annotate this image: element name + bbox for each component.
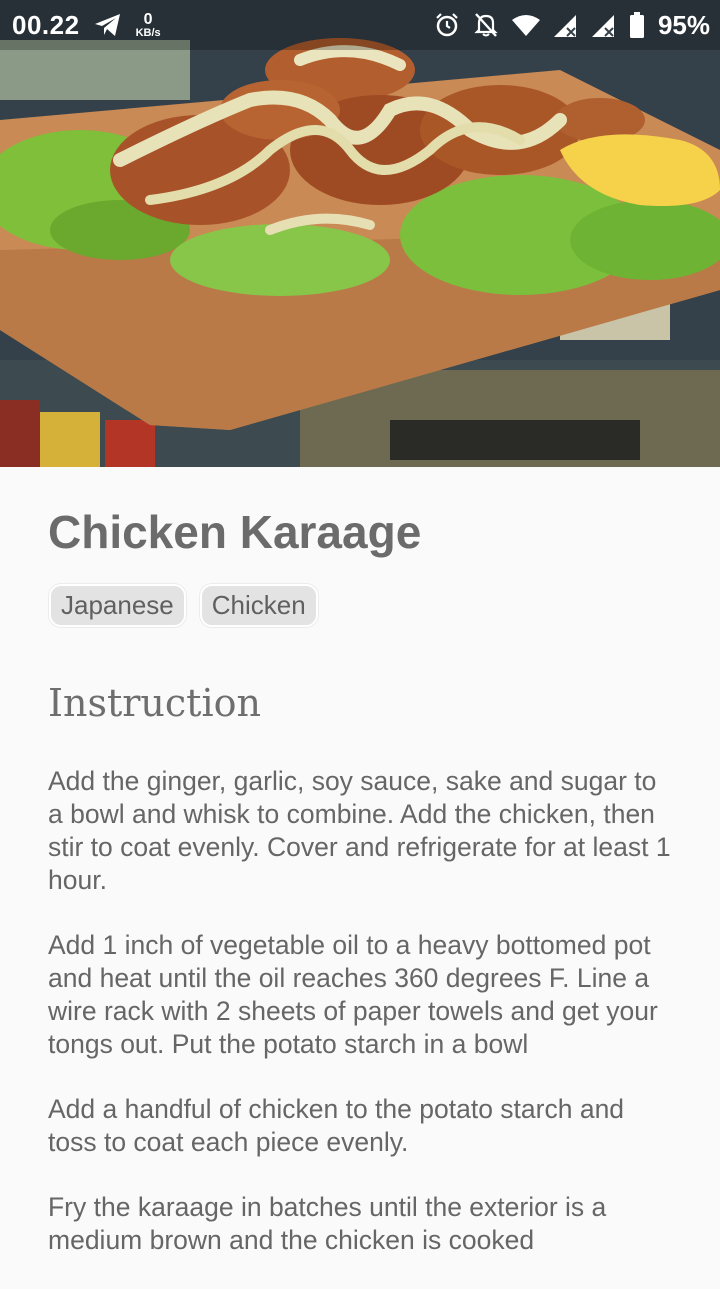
signal-sim2-icon <box>591 13 616 37</box>
status-bar-right: 95% <box>434 10 710 41</box>
network-speed-value: 0 <box>143 10 153 28</box>
recipe-title: Chicken Karaage <box>48 506 422 558</box>
instruction-paragraph: Add a handful of chicken to the potato s… <box>48 1094 625 1157</box>
telegram-icon <box>94 13 122 37</box>
instruction-paragraph: Add the ginger, garlic, soy sauce, sake … <box>48 766 671 895</box>
battery-icon <box>629 12 644 38</box>
recipe-detail: Chicken Karaage Japanese Chicken Instruc… <box>0 467 720 1280</box>
alarm-icon <box>434 12 460 38</box>
status-bar: 00.22 0 KB/s 95% <box>0 0 720 50</box>
tag-list: Japanese Chicken <box>49 584 318 627</box>
instruction-heading: Instruction <box>48 681 261 725</box>
instruction-paragraph: Add 1 inch of vegetable oil to a heavy b… <box>48 930 658 1059</box>
recipe-hero-image <box>0 0 720 467</box>
tag-chip-cuisine[interactable]: Japanese <box>49 584 186 627</box>
food-photo <box>0 0 720 467</box>
network-speed-unit: KB/s <box>135 26 161 39</box>
status-time: 00.22 <box>12 9 80 40</box>
battery-level: 95% <box>657 9 710 40</box>
signal-sim1-icon <box>553 13 578 37</box>
instruction-body: Add the ginger, garlic, soy sauce, sake … <box>48 765 678 1289</box>
instruction-paragraph: Fry the karaage in batches until the ext… <box>48 1192 607 1255</box>
wifi-icon <box>511 14 540 36</box>
tag-chip-category[interactable]: Chicken <box>199 584 318 627</box>
network-speed: 0 KB/s <box>135 10 161 39</box>
notifications-off-icon <box>474 12 498 38</box>
status-bar-left: 00.22 0 KB/s <box>12 10 161 41</box>
